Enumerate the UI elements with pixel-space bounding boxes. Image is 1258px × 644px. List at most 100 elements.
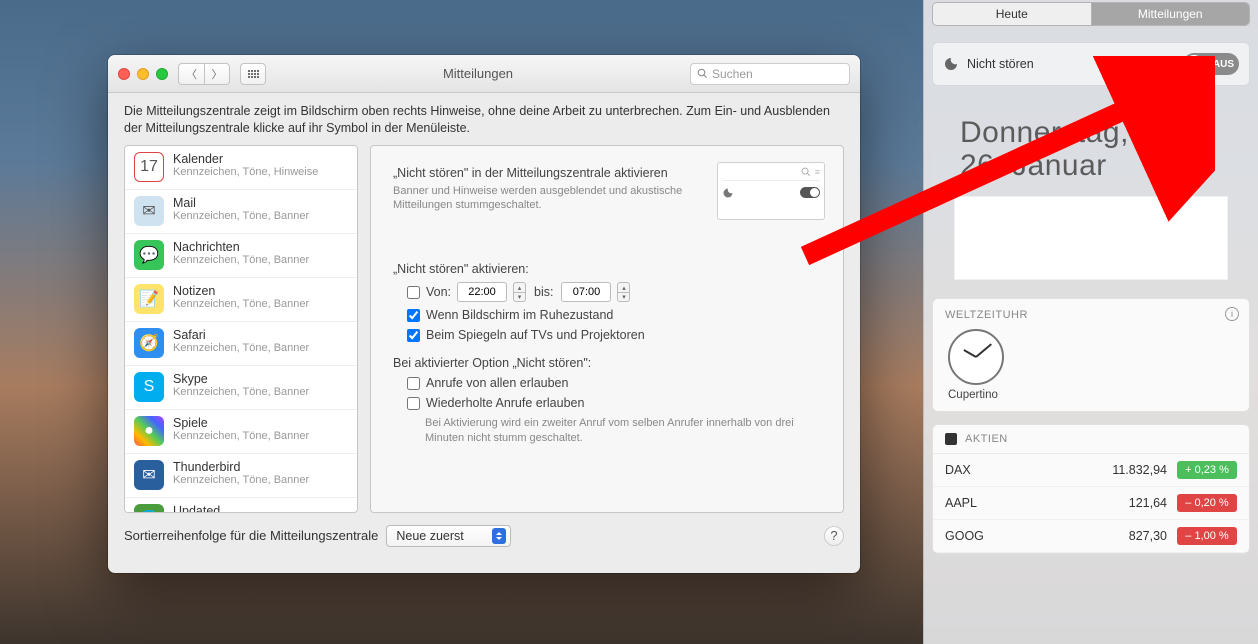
app-row[interactable]: 🧭SafariKennzeichen, Töne, Banner <box>125 322 357 366</box>
from-stepper[interactable]: ▴▾ <box>513 282 526 302</box>
prefs-body: Die Mitteilungszentrale zeigt im Bildsch… <box>108 93 860 561</box>
stock-value: 827,30 <box>1129 529 1167 543</box>
info-icon[interactable]: i <box>1225 307 1239 321</box>
settings-pane: „Nicht stören" in der Mitteilungszentral… <box>370 145 844 513</box>
dnd-state: AUS <box>1213 59 1234 70</box>
mirror-checkbox[interactable] <box>407 329 420 342</box>
date-line1: Donnerstag, <box>960 116 1258 149</box>
app-row[interactable]: ●SpieleKennzeichen, Töne, Banner <box>125 410 357 454</box>
stocks-widget[interactable]: AKTIEN DAX 11.832,94 + 0,23 %AAPL 121,64… <box>932 424 1250 554</box>
repeat-calls-checkbox[interactable] <box>407 397 420 410</box>
sort-select[interactable]: Neue zuerst <box>386 525 510 547</box>
stock-change: – 0,20 % <box>1177 494 1237 512</box>
while-dnd-title: Bei aktivierter Option „Nicht stören": <box>393 356 821 370</box>
app-row[interactable]: 💬NachrichtenKennzeichen, Töne, Banner <box>125 234 357 278</box>
stock-value: 11.832,94 <box>1112 463 1167 477</box>
stock-symbol: GOOG <box>945 529 1129 543</box>
tab-today[interactable]: Heute <box>933 3 1092 25</box>
to-stepper[interactable]: ▴▾ <box>617 282 630 302</box>
nav-buttons: 〈 〉 <box>178 63 230 85</box>
close-button[interactable] <box>118 68 130 80</box>
app-name: Notizen <box>173 284 309 298</box>
schedule-row: Von: ▴▾ bis: ▴▾ <box>407 282 821 302</box>
nc-date: Donnerstag, 26. Januar <box>960 116 1258 182</box>
back-button[interactable]: 〈 <box>178 63 204 85</box>
dnd-bar: Nicht stören AUS <box>932 42 1250 86</box>
search-icon <box>697 68 708 79</box>
app-sub: Kennzeichen, Töne, Banner <box>173 430 309 442</box>
app-row[interactable]: ✉︎ MailKennzeichen, Töne, Banner <box>125 190 357 234</box>
app-icon: ✉︎ <box>134 460 164 490</box>
dnd-thumbnail: ≡ <box>717 162 825 220</box>
forward-button[interactable]: 〉 <box>204 63 230 85</box>
dnd-activate-title: „Nicht stören" aktivieren: <box>393 262 821 276</box>
app-icon: 17 <box>134 152 164 182</box>
date-line2: 26. Januar <box>960 149 1258 182</box>
app-name: Thunderbird <box>173 460 309 474</box>
clock-icon <box>948 329 1004 385</box>
stocks-title: AKTIEN <box>965 433 1008 445</box>
app-icon: S <box>134 372 164 402</box>
repeat-calls-label: Wiederholte Anrufe erlauben <box>426 396 584 410</box>
search-icon <box>801 167 811 177</box>
titlebar: 〈 〉 Mitteilungen Suchen <box>108 55 860 93</box>
sleep-row: Wenn Bildschirm im Ruhezustand <box>407 308 821 322</box>
sort-value: Neue zuerst <box>396 529 463 543</box>
stock-change: – 1,00 % <box>1177 527 1237 545</box>
stocks-icon <box>945 433 957 445</box>
search-placeholder: Suchen <box>712 67 753 81</box>
search-field[interactable]: Suchen <box>690 63 850 85</box>
app-name: Skype <box>173 372 309 386</box>
app-row[interactable]: 📝 NotizenKennzeichen, Töne, Banner <box>125 278 357 322</box>
mirror-label: Beim Spiegeln auf TVs und Projektoren <box>426 328 645 342</box>
from-label: Von: <box>426 285 451 299</box>
stock-change: + 0,23 % <box>1177 461 1237 479</box>
chevron-updown-icon <box>492 528 506 544</box>
app-name: Safari <box>173 328 309 342</box>
app-sub: Kennzeichen, Töne, Hinweise <box>173 166 318 178</box>
app-icon: 🌐 <box>134 504 164 513</box>
show-all-button[interactable] <box>240 63 266 85</box>
app-name: Updated <box>173 504 309 513</box>
footer: Sortierreihenfolge für die Mitteilungsze… <box>124 525 844 547</box>
app-name: Nachrichten <box>173 240 309 254</box>
stock-row[interactable]: DAX 11.832,94 + 0,23 % <box>933 454 1249 487</box>
app-row[interactable]: 17KalenderKennzeichen, Töne, Hinweise <box>125 146 357 190</box>
app-row[interactable]: S SkypeKennzeichen, Töne, Banner <box>125 366 357 410</box>
app-sub: Kennzeichen, Töne, Banner <box>173 474 309 486</box>
allow-calls-checkbox[interactable] <box>407 377 420 390</box>
from-time-field[interactable] <box>457 282 507 302</box>
sleep-label: Wenn Bildschirm im Ruhezustand <box>426 308 613 322</box>
toggle-icon <box>800 187 820 198</box>
tab-notifications[interactable]: Mitteilungen <box>1092 3 1250 25</box>
stocks-header: AKTIEN <box>933 425 1249 454</box>
app-list[interactable]: 17KalenderKennzeichen, Töne, Hinweise ✉︎ M… <box>124 145 358 513</box>
app-sub: Kennzeichen, Töne, Banner <box>173 386 309 398</box>
schedule-checkbox[interactable] <box>407 286 420 299</box>
app-icon: ✉︎ <box>134 196 164 226</box>
grid-icon <box>248 70 259 78</box>
help-button[interactable]: ? <box>824 526 844 546</box>
app-sub: Kennzeichen, Töne, Banner <box>173 210 309 222</box>
system-preferences-window: 〈 〉 Mitteilungen Suchen Die Mitteilungsz… <box>108 55 860 573</box>
minimize-button[interactable] <box>137 68 149 80</box>
to-time-field[interactable] <box>561 282 611 302</box>
app-name: Mail <box>173 196 309 210</box>
app-sub: Kennzeichen, Töne, Banner <box>173 298 309 310</box>
app-icon: 📝 <box>134 284 164 314</box>
zoom-button[interactable] <box>156 68 168 80</box>
repeat-calls-row: Wiederholte Anrufe erlauben <box>407 396 821 410</box>
app-row[interactable]: 🌐UpdatedKennzeichen, Töne, Banner <box>125 498 357 513</box>
window-title: Mitteilungen <box>276 66 680 81</box>
app-icon: 🧭 <box>134 328 164 358</box>
stock-row[interactable]: GOOG 827,30 – 1,00 % <box>933 520 1249 553</box>
stock-row[interactable]: AAPL 121,64 – 0,20 % <box>933 487 1249 520</box>
stock-symbol: DAX <box>945 463 1112 477</box>
sleep-checkbox[interactable] <box>407 309 420 322</box>
worldclock-title: WELTZEITUHR <box>945 309 1237 321</box>
worldclock-widget[interactable]: WELTZEITUHR i Cupertino <box>932 298 1250 412</box>
app-row[interactable]: ✉︎ ThunderbirdKennzeichen, Töne, Banner <box>125 454 357 498</box>
nc-blank-widget <box>954 196 1228 280</box>
nc-tabs: Heute Mitteilungen <box>932 2 1250 26</box>
dnd-toggle[interactable]: AUS <box>1183 53 1239 75</box>
